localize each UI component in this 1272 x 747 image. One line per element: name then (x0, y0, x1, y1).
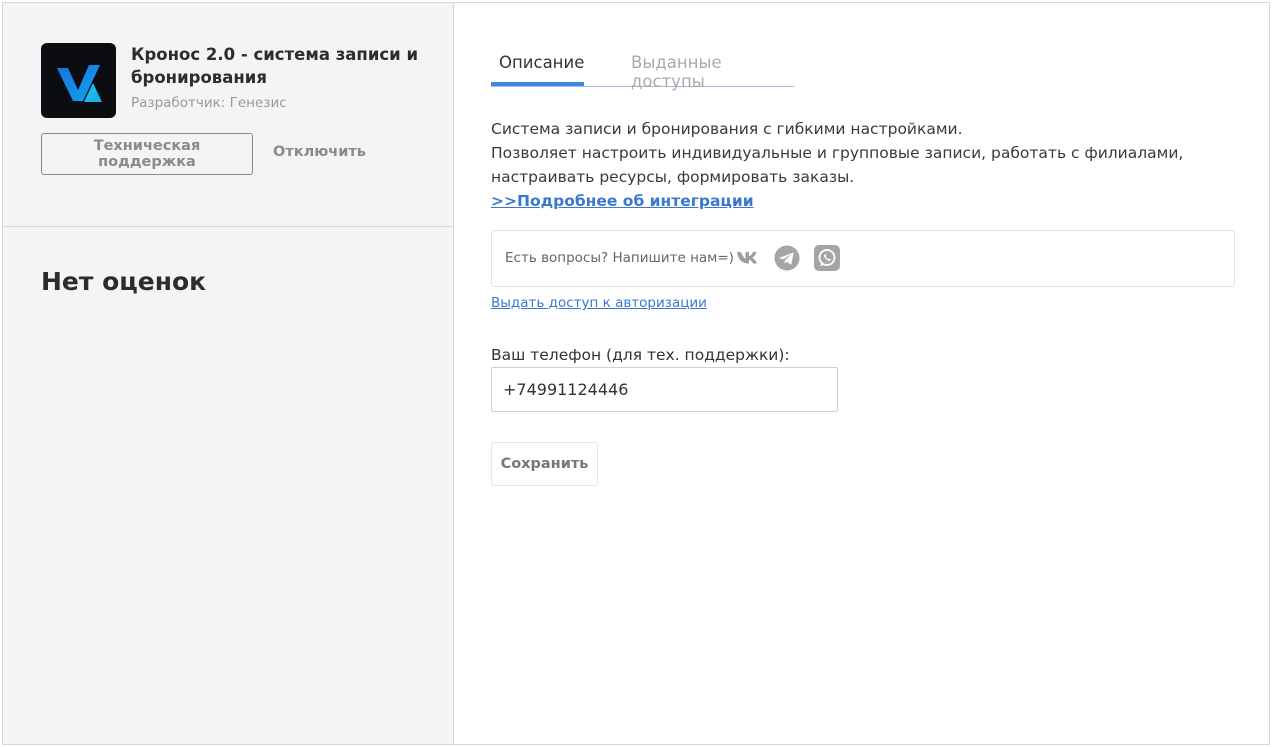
kronos-logo-icon (41, 43, 116, 118)
tab-granted-access[interactable]: Выданные доступы (631, 53, 794, 91)
description-line-1: Система записи и бронирования с гибкими … (491, 120, 963, 138)
telegram-icon[interactable] (774, 245, 800, 271)
ratings-status: Нет оценок (41, 267, 207, 296)
app-header: Кронос 2.0 - система записи и бронирован… (3, 3, 453, 227)
phone-label: Ваш телефон (для тех. поддержки): (491, 346, 790, 364)
app-title: Кронос 2.0 - система записи и бронирован… (131, 45, 419, 87)
tab-description[interactable]: Описание (499, 53, 584, 72)
developer-label: Разработчик: Генезис (131, 95, 287, 111)
disable-button[interactable]: Отключить (273, 144, 366, 160)
app-content: Описание Выданные доступы Система записи… (454, 3, 1269, 744)
tab-bar: Описание Выданные доступы (491, 51, 794, 91)
active-tab-indicator (491, 82, 584, 86)
description-line-2: Позволяет настроить индивидуальные и гру… (491, 144, 1184, 186)
whatsapp-icon[interactable] (814, 245, 840, 271)
description: Система записи и бронирования с гибкими … (491, 117, 1251, 213)
app-sidebar: Кронос 2.0 - система записи и бронирован… (3, 3, 454, 744)
save-button[interactable]: Сохранить (491, 442, 598, 486)
contact-box: Есть вопросы? Напишите нам=) (491, 230, 1235, 287)
grant-auth-access-link[interactable]: Выдать доступ к авторизации (491, 295, 707, 311)
more-info-link[interactable]: >>Подробнее об интеграции (491, 189, 754, 213)
app-details-panel: Кронос 2.0 - система записи и бронирован… (2, 2, 1270, 745)
vk-icon[interactable] (734, 244, 760, 270)
tech-support-button[interactable]: Техническая поддержка (41, 133, 253, 175)
contact-text: Есть вопросы? Напишите нам=) (505, 250, 734, 266)
phone-input[interactable] (491, 367, 838, 412)
